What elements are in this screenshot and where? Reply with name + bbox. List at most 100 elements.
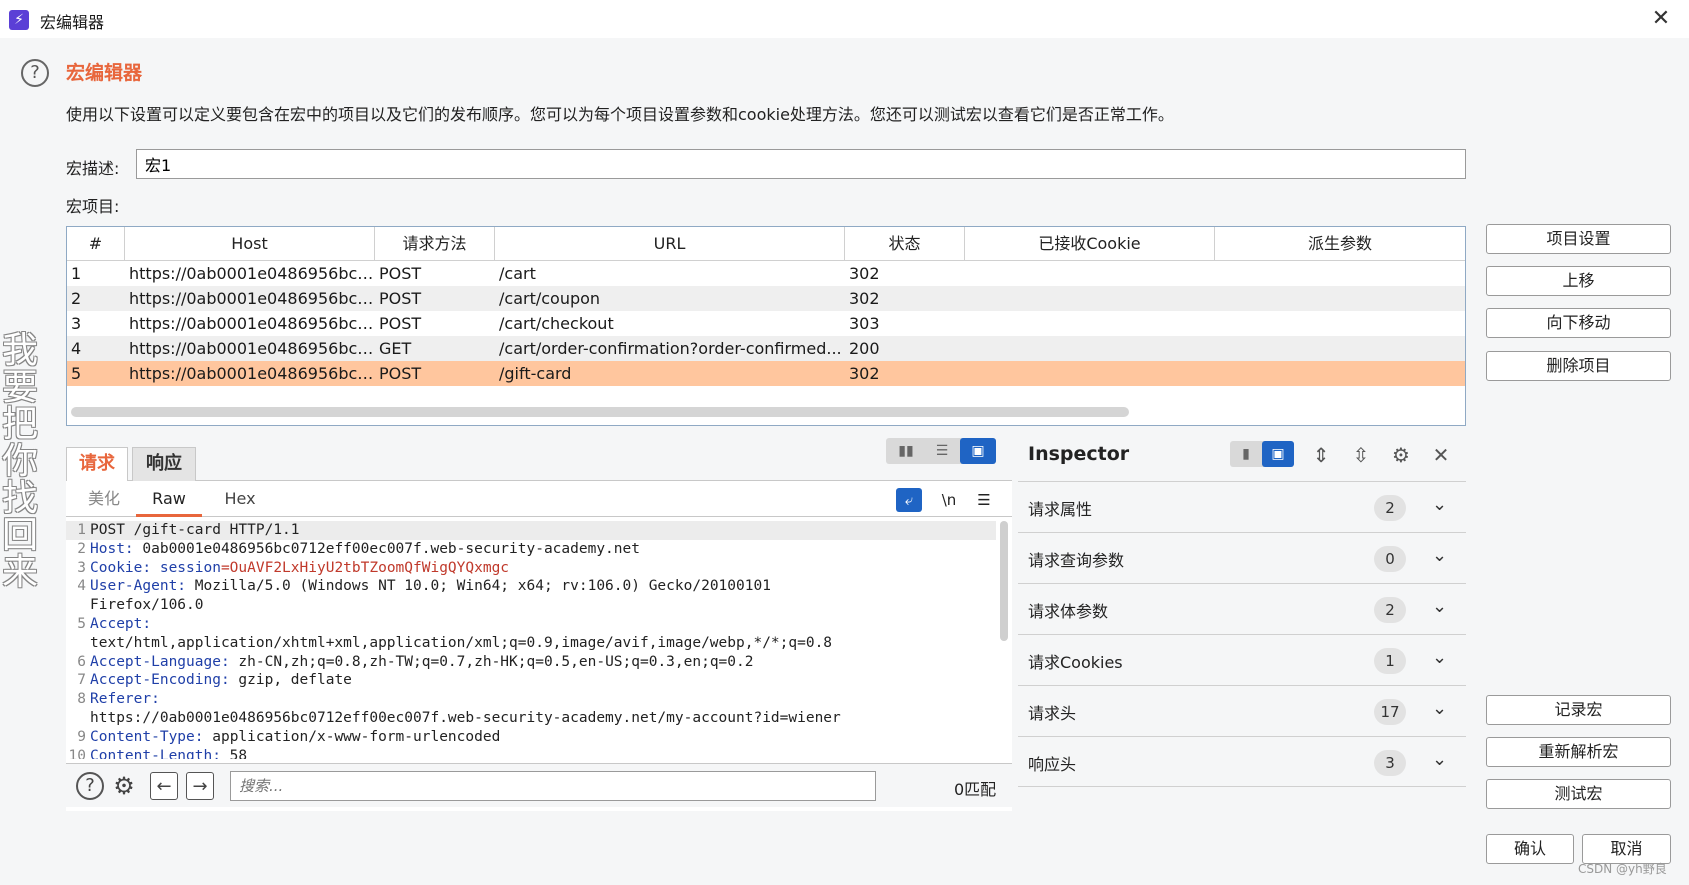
code-line: 2 Host: 0ab0001e0486956bc0712eff00ec007f.… <box>66 540 996 559</box>
show-newlines-toggle[interactable]: \n <box>934 488 964 512</box>
table-header: # Host 请求方法 URL 状态 已接收Cookie 派生参数 <box>67 227 1465 261</box>
pane-left-icon[interactable]: ▮ <box>1230 441 1262 467</box>
table-cell <box>1215 336 1465 361</box>
single-pane-icon[interactable]: ▣ <box>960 438 996 464</box>
inspector-section[interactable]: 请求查询参数 0 ⌄ <box>1018 532 1466 583</box>
gear-icon[interactable]: ⚙ <box>1386 441 1416 469</box>
page-heading: 宏编辑器 <box>66 62 143 84</box>
horizontal-scrollbar[interactable] <box>71 407 1129 417</box>
section-count-badge: 2 <box>1374 495 1406 521</box>
move-up-button[interactable]: 上移 <box>1486 266 1671 296</box>
subtab-pretty[interactable]: 美化 <box>76 481 132 517</box>
test-macro-button[interactable]: 测试宏 <box>1486 779 1671 809</box>
table-cell <box>1215 286 1465 311</box>
ok-button[interactable]: 确认 <box>1486 834 1574 864</box>
chevron-down-icon[interactable]: ⌄ <box>1432 698 1447 719</box>
watermark-text: 我要把你找回来 <box>1 330 38 593</box>
header-value: application/x-www-form-urlencoded <box>203 728 501 745</box>
split-vertical-icon[interactable]: ☰ <box>924 438 960 464</box>
expand-all-icon[interactable]: ⇕ <box>1306 441 1336 469</box>
header-value: Mozilla/5.0 (Windows NT 10.0; Win64; x64… <box>186 578 771 595</box>
window-close-icon[interactable]: ✕ <box>1646 6 1676 32</box>
gear-icon[interactable]: ⚙ <box>110 772 138 800</box>
table-row[interactable]: 2 https://0ab0001e0486956bc07... POST /c… <box>67 286 1465 311</box>
chevron-down-icon[interactable]: ⌄ <box>1432 647 1447 668</box>
inspector-section[interactable]: 请求属性 2 ⌄ <box>1018 481 1466 532</box>
word-wrap-icon[interactable]: ⤶ <box>896 488 922 512</box>
inspector-section[interactable]: 请求体参数 2 ⌄ <box>1018 583 1466 634</box>
close-icon[interactable]: ✕ <box>1426 441 1456 469</box>
column-header[interactable]: URL <box>495 227 845 260</box>
inspector-section[interactable]: 响应头 3 ⌄ <box>1018 736 1466 787</box>
reparse-macro-button[interactable]: 重新解析宏 <box>1486 737 1671 767</box>
header-key: Content-Length: <box>90 747 221 759</box>
line-number <box>66 634 90 653</box>
tab-response[interactable]: 响应 <box>132 447 196 481</box>
subtab-hex[interactable]: Hex <box>212 481 268 517</box>
line-number: 6 <box>77 653 86 670</box>
line-number: 8 <box>77 691 86 708</box>
header-value: zh-CN,zh;q=0.8,zh-TW;q=0.7,zh-HK;q=0.5,e… <box>229 653 754 670</box>
header-key: Accept-Language: <box>90 653 230 670</box>
header-key: User-Agent: <box>90 578 187 595</box>
split-horizontal-icon[interactable]: ▮▮ <box>888 438 924 464</box>
table-cell: 302 <box>849 364 880 383</box>
code-line: https://0ab0001e0486956bc0712eff00ec007f… <box>66 709 996 728</box>
search-input[interactable] <box>230 771 876 801</box>
section-label: 请求属性 <box>1028 500 1093 519</box>
next-arrow-icon[interactable]: → <box>186 772 214 800</box>
pane-right-icon[interactable]: ▣ <box>1262 441 1294 467</box>
column-header[interactable]: # <box>67 227 125 260</box>
column-header[interactable]: 请求方法 <box>375 227 495 260</box>
table-cell <box>1215 361 1465 386</box>
section-label: 响应头 <box>1028 755 1077 774</box>
delete-item-button[interactable]: 删除项目 <box>1486 351 1671 381</box>
chevron-down-icon[interactable]: ⌄ <box>1432 749 1447 770</box>
cookie-name: session <box>159 559 221 576</box>
chevron-down-icon[interactable]: ⌄ <box>1432 596 1447 617</box>
item-settings-button[interactable]: 项目设置 <box>1486 224 1671 254</box>
line-number: 10 <box>68 747 86 759</box>
column-header[interactable]: 派生参数 <box>1215 227 1465 260</box>
help-icon[interactable]: ? <box>21 59 49 87</box>
table-cell: POST <box>379 364 422 383</box>
macro-description-input[interactable] <box>136 149 1466 179</box>
header-key: Accept: <box>90 615 152 632</box>
raw-request-editor[interactable]: 1 POST /gift-card HTTP/1.1 2 Host: 0ab0001… <box>66 521 996 759</box>
table-row[interactable]: 1 https://0ab0001e0486956bc07... POST /c… <box>67 261 1465 286</box>
menu-icon[interactable]: ☰ <box>972 488 996 512</box>
column-header[interactable]: 状态 <box>845 227 965 260</box>
table-cell: https://0ab0001e0486956bc07... <box>129 314 375 333</box>
code-line: 1 POST /gift-card HTTP/1.1 <box>66 521 996 540</box>
tab-request[interactable]: 请求 <box>66 447 128 481</box>
table-row[interactable]: 3 https://0ab0001e0486956bc07... POST /c… <box>67 311 1465 336</box>
section-label: 请求Cookies <box>1028 653 1123 672</box>
table-cell: https://0ab0001e0486956bc07... <box>129 339 375 358</box>
inspector-panel: Inspector ▮ ▣ ⇕ ⇳ ⚙ ✕ 请求属性 2 ⌄ 请求查询参数 0 … <box>1018 433 1466 811</box>
help-icon[interactable]: ? <box>76 772 104 800</box>
request-line: POST /gift-card HTTP/1.1 <box>90 522 300 538</box>
header-key: Referer: <box>90 691 160 708</box>
table-cell <box>965 336 1215 361</box>
record-macro-button[interactable]: 记录宏 <box>1486 695 1671 725</box>
move-down-button[interactable]: 向下移动 <box>1486 308 1671 338</box>
column-header[interactable]: 已接收Cookie <box>965 227 1215 260</box>
inspector-title: Inspector <box>1028 443 1130 465</box>
table-cell: POST <box>379 264 422 283</box>
table-cell: https://0ab0001e0486956bc07... <box>129 364 375 383</box>
table-row-selected[interactable]: 5 https://0ab0001e0486956bc07... POST /g… <box>67 361 1465 386</box>
vertical-scrollbar[interactable] <box>1000 521 1008 641</box>
cookie-value: =OuAVF2LxHiyU2tbTZoomQfWigQYQxmgc <box>220 559 510 576</box>
inspector-section[interactable]: 请求头 17 ⌄ <box>1018 685 1466 736</box>
subtab-raw[interactable]: Raw <box>136 481 202 517</box>
collapse-all-icon[interactable]: ⇳ <box>1346 441 1376 469</box>
line-number: 2 <box>77 540 86 557</box>
inspector-section[interactable]: 请求Cookies 1 ⌄ <box>1018 634 1466 685</box>
table-row[interactable]: 4 https://0ab0001e0486956bc07... GET /ca… <box>67 336 1465 361</box>
chevron-down-icon[interactable]: ⌄ <box>1432 545 1447 566</box>
previous-arrow-icon[interactable]: ← <box>150 772 178 800</box>
chevron-down-icon[interactable]: ⌄ <box>1432 494 1447 515</box>
table-cell: 1 <box>71 264 82 283</box>
column-header[interactable]: Host <box>125 227 375 260</box>
code-line: 7 Accept-Encoding: gzip, deflate <box>66 671 996 690</box>
